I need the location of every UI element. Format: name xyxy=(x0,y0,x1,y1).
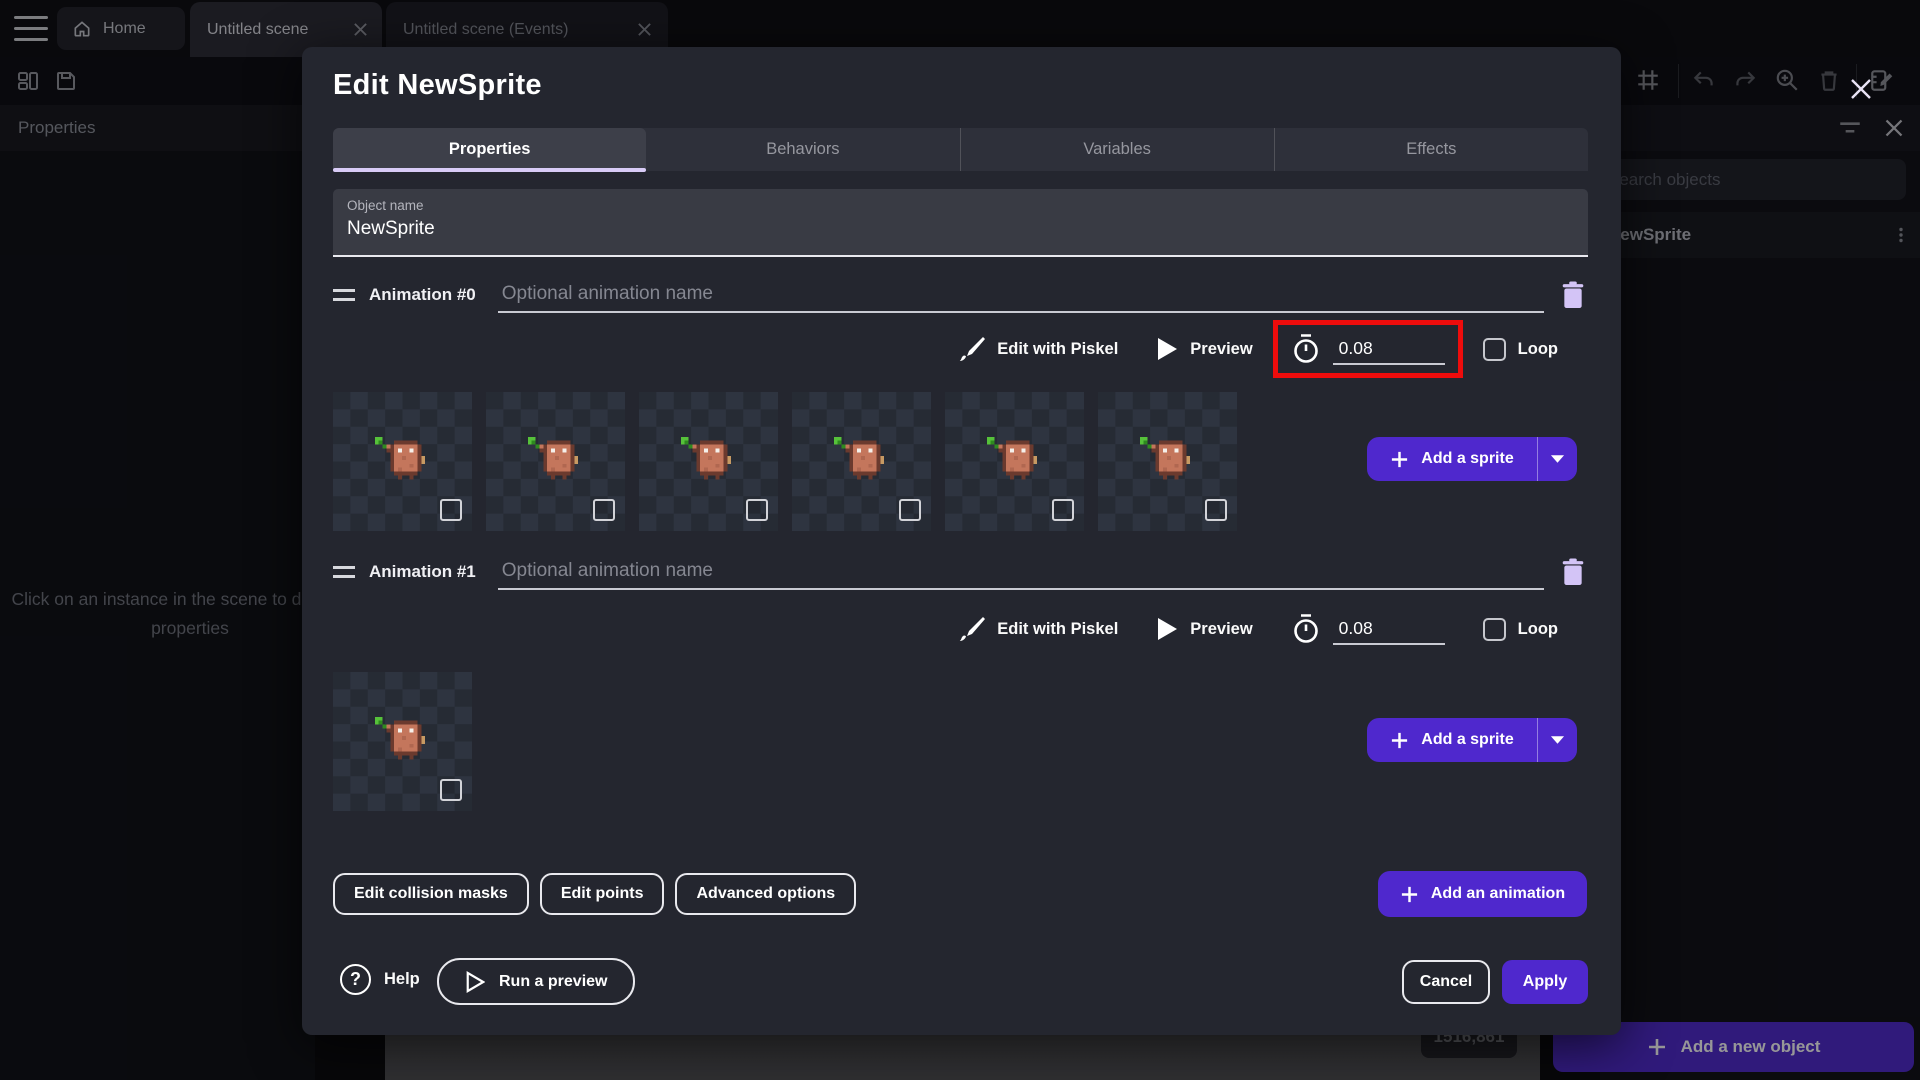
plus-icon xyxy=(1401,886,1417,902)
add-sprite-button[interactable]: Add a sprite xyxy=(1367,718,1537,762)
sprite-frame[interactable] xyxy=(945,392,1084,531)
edit-collision-masks-button[interactable]: Edit collision masks xyxy=(333,873,529,915)
tab-effects[interactable]: Effects xyxy=(1273,128,1588,171)
animation-1-label: Animation #1 xyxy=(369,562,476,581)
chevron-down-icon xyxy=(1550,455,1565,463)
gdevelop-app: Home Untitled scene Untitled scene (Even… xyxy=(0,0,1920,1080)
animation-0-time-input[interactable] xyxy=(1332,333,1445,365)
loop-label: Loop xyxy=(1517,619,1558,638)
plus-icon xyxy=(1392,451,1408,467)
add-sprite-button[interactable]: Add a sprite xyxy=(1367,437,1537,481)
add-sprite-label: Add a sprite xyxy=(1421,450,1514,467)
frame-checkbox[interactable] xyxy=(440,499,462,521)
edit-with-piskel-button[interactable]: Edit with Piskel xyxy=(997,340,1118,359)
tab-behaviors[interactable]: Behaviors xyxy=(646,128,959,171)
sprite-frame[interactable] xyxy=(639,392,778,531)
dialog-title: Edit NewSprite xyxy=(333,69,542,101)
animation-0-loop-checkbox[interactable] xyxy=(1482,337,1506,361)
play-icon xyxy=(1158,618,1178,640)
animation-0-controls: Edit with Piskel Preview Loop xyxy=(333,320,1588,378)
object-name-input[interactable] xyxy=(347,218,1574,240)
animation-1-frames xyxy=(333,672,472,811)
add-sprite-dropdown-arrow[interactable] xyxy=(1537,718,1577,762)
help-label: Help xyxy=(384,970,420,988)
run-preview-button[interactable]: Run a preview xyxy=(437,958,636,1005)
tab-variables[interactable]: Variables xyxy=(959,128,1274,171)
add-sprite-split-button: Add a sprite xyxy=(1367,437,1577,481)
preview-button[interactable]: Preview xyxy=(1190,620,1252,639)
delete-animation-0-button[interactable] xyxy=(1558,278,1588,312)
advanced-options-button[interactable]: Advanced options xyxy=(675,873,857,915)
animation-1-header: Animation #1 xyxy=(333,552,1588,592)
delete-animation-1-button[interactable] xyxy=(1558,555,1588,589)
animation-1-loop-checkbox[interactable] xyxy=(1482,617,1506,641)
chevron-down-icon xyxy=(1550,736,1565,744)
animation-0-header: Animation #0 xyxy=(333,275,1588,315)
sprite-frame[interactable] xyxy=(333,672,472,811)
add-sprite-split-button: Add a sprite xyxy=(1367,718,1577,762)
add-animation-label: Add an animation xyxy=(1430,885,1566,902)
preview-button[interactable]: Preview xyxy=(1190,340,1252,359)
sprite-options-row: Edit collision masks Edit points Advance… xyxy=(333,873,857,915)
edit-with-piskel-button[interactable]: Edit with Piskel xyxy=(997,620,1118,639)
trash-icon xyxy=(1562,281,1584,308)
trash-icon xyxy=(1562,558,1584,585)
help-button[interactable]: ? Help xyxy=(340,964,420,995)
frame-checkbox[interactable] xyxy=(899,499,921,521)
brush-icon xyxy=(960,337,986,361)
object-name-label: Object name xyxy=(347,198,424,213)
animation-0-label: Animation #0 xyxy=(369,285,476,304)
tab-properties[interactable]: Properties xyxy=(333,128,647,172)
dialog-close-button[interactable] xyxy=(1845,73,1877,105)
add-animation-button[interactable]: Add an animation xyxy=(1378,871,1587,917)
sprite-frame[interactable] xyxy=(486,392,625,531)
timer-icon xyxy=(1293,334,1318,363)
frame-checkbox[interactable] xyxy=(1205,499,1227,521)
edit-points-button[interactable]: Edit points xyxy=(539,873,665,915)
add-sprite-dropdown-arrow[interactable] xyxy=(1537,437,1577,481)
sprite-frame[interactable] xyxy=(1098,392,1237,531)
animation-1-controls: Edit with Piskel Preview Loop xyxy=(333,605,1588,653)
drag-handle-icon[interactable] xyxy=(333,289,355,301)
object-name-field[interactable]: Object name xyxy=(333,189,1588,257)
dialog-tab-bar: Properties Behaviors Variables Effects xyxy=(333,128,1588,172)
plus-icon xyxy=(1392,732,1408,748)
animation-1-time-input[interactable] xyxy=(1332,613,1445,645)
animation-0-frames xyxy=(333,392,1237,531)
animation-1-name-input[interactable] xyxy=(497,554,1544,590)
cancel-button[interactable]: Cancel xyxy=(1402,960,1490,1004)
loop-label: Loop xyxy=(1517,339,1558,358)
close-icon xyxy=(1851,79,1871,99)
frame-checkbox[interactable] xyxy=(593,499,615,521)
add-sprite-label: Add a sprite xyxy=(1421,731,1514,748)
frame-checkbox[interactable] xyxy=(746,499,768,521)
run-preview-label: Run a preview xyxy=(499,972,608,990)
help-icon: ? xyxy=(340,964,371,995)
sprite-frame[interactable] xyxy=(333,392,472,531)
apply-button[interactable]: Apply xyxy=(1502,960,1588,1004)
animation-0-name-input[interactable] xyxy=(497,277,1544,313)
frame-checkbox[interactable] xyxy=(1052,499,1074,521)
play-outline-icon xyxy=(466,970,485,993)
timer-icon xyxy=(1293,614,1318,643)
time-between-frames-group xyxy=(1272,320,1463,378)
sprite-frame[interactable] xyxy=(792,392,931,531)
play-icon xyxy=(1158,338,1178,360)
edit-sprite-dialog: Edit NewSprite Properties Behaviors Vari… xyxy=(302,47,1871,1035)
brush-icon xyxy=(960,617,986,641)
drag-handle-icon[interactable] xyxy=(333,566,355,578)
time-between-frames-group xyxy=(1291,613,1445,645)
frame-checkbox[interactable] xyxy=(440,779,462,801)
